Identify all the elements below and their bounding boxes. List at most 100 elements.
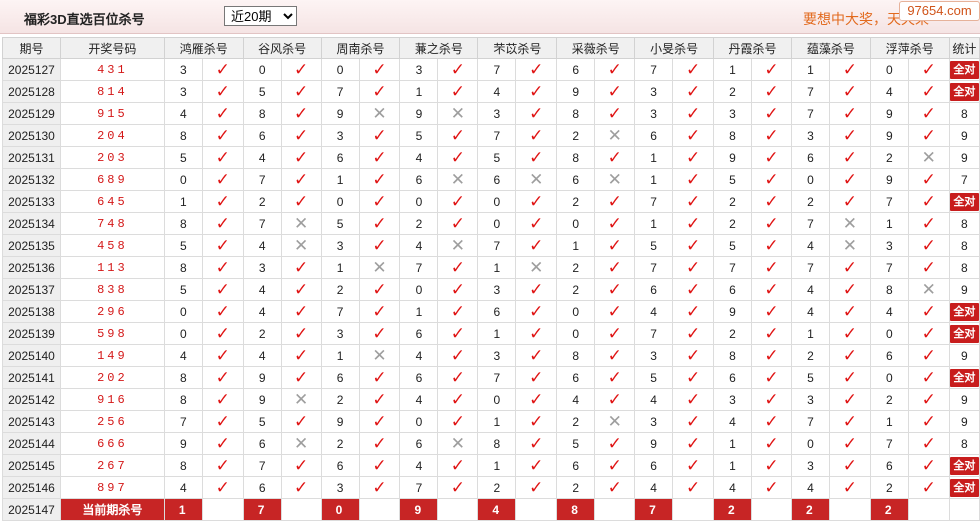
check-mark-icon: ✓ <box>529 235 544 255</box>
check-mark-icon: ✓ <box>294 257 309 277</box>
col-header-fuyi: 芣苡杀号 <box>477 37 558 59</box>
check-mark-icon: ✓ <box>215 477 230 497</box>
kill-number-cell: 7 <box>790 256 830 279</box>
result-cell: ✓ <box>437 410 479 433</box>
check-mark-icon: ✓ <box>294 169 309 189</box>
check-mark-icon: ✓ <box>607 279 622 299</box>
kill-number-cell: 7 <box>790 212 830 235</box>
check-mark-icon: ✓ <box>921 125 936 145</box>
period-range-select[interactable]: 近20期 <box>224 6 297 26</box>
stat-cell: 全对 <box>948 190 980 213</box>
check-mark-icon: ✓ <box>764 455 779 475</box>
current-blank-cell <box>280 498 322 521</box>
table-row: 2025145 267 8 ✓ 7 ✓ 6 ✓ 4 ✓ 1 ✓ 6 ✓ 6 ✓ 1 ✓ 3 ✓ 6 ✓ 全对 <box>2 454 980 477</box>
draw-number-cell: 915 <box>59 102 165 125</box>
kill-number-cell: 7 <box>477 366 517 389</box>
check-mark-icon: ✓ <box>529 301 544 321</box>
check-mark-icon: ✓ <box>450 367 466 387</box>
check-mark-icon: ✓ <box>450 323 466 343</box>
result-cell: ✓ <box>201 256 244 279</box>
result-cell: ✓ <box>672 102 715 125</box>
result-cell: ✕ <box>907 278 950 301</box>
draw-number-cell: 748 <box>59 212 165 235</box>
stat-count: 8 <box>961 106 968 121</box>
check-mark-icon: ✓ <box>607 257 622 277</box>
issue-cell: 2025138 <box>2 300 61 323</box>
check-mark-icon: ✓ <box>450 477 466 497</box>
result-cell: ✓ <box>751 146 792 169</box>
result-cell: ✓ <box>672 344 715 367</box>
stat-cell: 全对 <box>948 300 980 323</box>
table-row: 2025136 113 8 ✓ 3 ✓ 1 ✕ 7 ✓ 1 ✕ 2 ✓ 7 ✓ 7 ✓ 7 ✓ 7 ✓ 8 <box>2 256 980 279</box>
check-mark-icon: ✓ <box>215 389 230 409</box>
cross-mark-icon: ✕ <box>450 103 466 123</box>
check-mark-icon: ✓ <box>842 301 857 321</box>
issue-cell: 2025141 <box>2 366 61 389</box>
result-cell: ✕ <box>358 344 401 367</box>
current-kill-number-cell: 1 <box>163 498 203 521</box>
check-mark-icon: ✓ <box>685 81 701 101</box>
stat-cell: 全对 <box>948 366 980 389</box>
result-cell: ✓ <box>201 80 244 103</box>
kill-number-cell: 7 <box>477 58 517 81</box>
check-mark-icon: ✓ <box>842 257 857 277</box>
result-cell: ✓ <box>201 168 244 191</box>
check-mark-icon: ✓ <box>842 411 857 431</box>
check-mark-icon: ✓ <box>842 433 857 453</box>
result-cell: ✓ <box>280 124 322 147</box>
check-mark-icon: ✓ <box>529 389 544 409</box>
check-mark-icon: ✓ <box>529 81 544 101</box>
kill-number-cell: 0 <box>399 278 439 301</box>
result-cell: ✓ <box>907 80 950 103</box>
result-cell: ✓ <box>751 234 792 257</box>
check-mark-icon: ✓ <box>842 455 857 475</box>
result-cell: ✓ <box>672 388 715 411</box>
result-cell: ✓ <box>515 388 558 411</box>
kill-number-cell: 0 <box>163 168 203 191</box>
result-cell: ✓ <box>594 476 636 499</box>
kill-number-cell: 3 <box>163 80 203 103</box>
result-cell: ✓ <box>201 300 244 323</box>
result-cell: ✓ <box>280 322 322 345</box>
result-cell: ✓ <box>358 124 401 147</box>
result-cell: ✓ <box>280 102 322 125</box>
result-cell: ✓ <box>907 58 950 81</box>
kill-number-cell: 1 <box>477 256 517 279</box>
kill-number-cell: 6 <box>556 366 596 389</box>
check-mark-icon: ✓ <box>294 147 309 167</box>
result-cell: ✓ <box>751 388 792 411</box>
kill-number-cell: 6 <box>634 454 674 477</box>
check-mark-icon: ✓ <box>607 455 622 475</box>
check-mark-icon: ✓ <box>921 345 936 365</box>
current-blank-cell <box>594 498 636 521</box>
result-cell: ✓ <box>828 322 871 345</box>
check-mark-icon: ✓ <box>764 125 779 145</box>
kill-number-cell: 7 <box>477 234 517 257</box>
kill-number-cell: 7 <box>869 432 909 455</box>
kill-number-cell: 1 <box>477 322 517 345</box>
table-row: 2025137 838 5 ✓ 4 ✓ 2 ✓ 0 ✓ 3 ✓ 2 ✓ 6 ✓ 6 ✓ 4 ✓ 8 ✕ 9 <box>2 278 980 301</box>
kill-number-cell: 4 <box>790 278 830 301</box>
check-mark-icon: ✓ <box>607 59 622 79</box>
result-cell: ✓ <box>280 454 322 477</box>
kill-number-cell: 8 <box>163 212 203 235</box>
result-cell: ✓ <box>907 454 950 477</box>
draw-number-cell: 203 <box>59 146 165 169</box>
draw-number-cell: 431 <box>59 58 165 81</box>
result-cell: ✓ <box>515 300 558 323</box>
result-cell: ✓ <box>515 102 558 125</box>
current-kill-number-cell: 2 <box>713 498 752 521</box>
check-mark-icon: ✓ <box>294 279 309 299</box>
check-mark-icon: ✓ <box>607 213 622 233</box>
kill-number-cell: 8 <box>477 432 517 455</box>
cross-mark-icon: ✕ <box>607 169 622 189</box>
result-cell: ✓ <box>751 410 792 433</box>
result-cell: ✕ <box>358 102 401 125</box>
kill-number-cell: 0 <box>399 410 439 433</box>
table-row: 2025138 296 0 ✓ 4 ✓ 7 ✓ 1 ✓ 6 ✓ 0 ✓ 4 ✓ 9 ✓ 4 ✓ 4 ✓ 全对 <box>2 300 980 323</box>
kill-number-cell: 8 <box>869 278 909 301</box>
check-mark-icon: ✓ <box>842 59 857 79</box>
issue-cell: 2025136 <box>2 256 61 279</box>
check-mark-icon: ✓ <box>215 455 230 475</box>
result-cell: ✓ <box>594 300 636 323</box>
